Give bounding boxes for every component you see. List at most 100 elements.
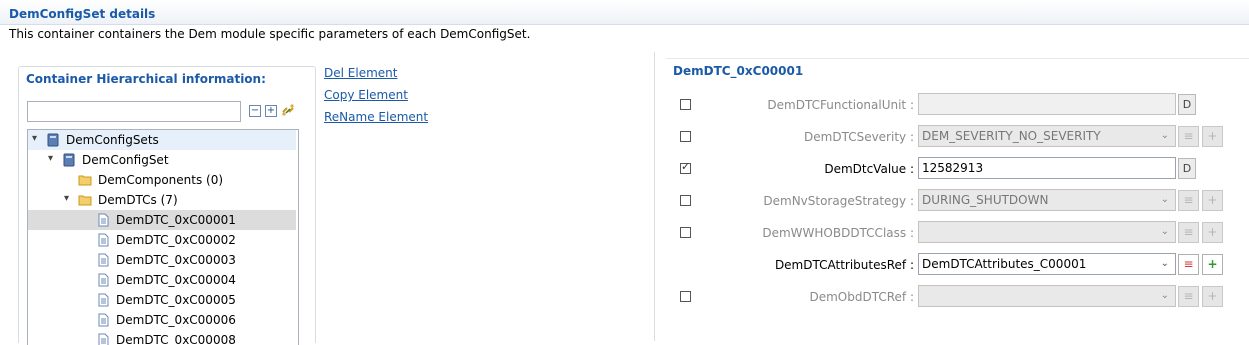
document-icon: [98, 313, 109, 327]
tree-item-demdtcs[interactable]: ▾ DemDTCs (7): [28, 190, 296, 210]
page-title: DemConfigSet details: [9, 7, 156, 21]
del-element-link[interactable]: Del Element: [324, 66, 397, 80]
obd-dtc-ref-select[interactable]: ⌄: [918, 285, 1176, 307]
document-icon: [98, 293, 109, 307]
link-sync-icon[interactable]: [281, 103, 295, 117]
tree-item-label: DemDTC_0xC00004: [116, 273, 236, 287]
tree-item-label: DemDTC_0xC00005: [116, 293, 236, 307]
tree-panel-title: Container Hierarchical information:: [26, 72, 266, 86]
tree-item-label: DemDTCs (7): [98, 193, 178, 207]
add-icon[interactable]: +: [1202, 286, 1223, 307]
enable-checkbox[interactable]: [680, 291, 691, 302]
tree-item-demcomponents[interactable]: DemComponents (0): [28, 170, 296, 190]
tree-item-label: DemComponents (0): [98, 173, 224, 187]
rename-element-link[interactable]: ReName Element: [324, 110, 428, 124]
tree-item-demdtc[interactable]: DemDTC_0xC00008: [28, 330, 296, 345]
select-value: DEM_SEVERITY_NO_SEVERITY: [922, 129, 1101, 143]
document-icon: [98, 273, 109, 287]
container-hierarchy-group: Container Hierarchical information: − + …: [18, 66, 316, 345]
folder-icon: [78, 175, 92, 186]
select-value: DURING_SHUTDOWN: [922, 193, 1049, 207]
tree-item-label: DemDTC_0xC00002: [116, 233, 236, 247]
tree-item-label: DemConfigSet: [82, 153, 169, 167]
param-row-nv-storage-strategy: DemNvStorageStrategy : DURING_SHUTDOWN ⌄…: [666, 189, 1249, 213]
chevron-down-icon: ⌄: [1160, 258, 1169, 269]
chevron-down-icon: ⌄: [1160, 290, 1169, 301]
left-panel: Container Hierarchical information: − + …: [0, 50, 654, 345]
add-icon[interactable]: +: [1202, 190, 1223, 211]
tree-item-demdtc[interactable]: DemDTC_0xC00002: [28, 230, 296, 250]
param-label: DemNvStorageStrategy :: [763, 194, 914, 208]
enable-checkbox[interactable]: [680, 195, 691, 206]
tree-item-demdtc[interactable]: DemDTC_0xC00006: [28, 310, 296, 330]
chevron-down-icon[interactable]: ▾: [48, 153, 58, 165]
default-button[interactable]: D: [1178, 94, 1196, 115]
page-description: This container containers the Dem module…: [9, 27, 531, 41]
list-icon[interactable]: ≡: [1178, 254, 1199, 275]
enable-checkbox[interactable]: [680, 227, 691, 238]
param-row-severity: DemDTCSeverity : DEM_SEVERITY_NO_SEVERIT…: [666, 125, 1249, 149]
tree-item-label: DemDTC_0xC00008: [116, 333, 236, 345]
document-icon: [98, 253, 109, 267]
param-label: DemDTCFunctionalUnit :: [767, 98, 914, 112]
details-title: DemDTC_0xC00001: [673, 64, 804, 78]
param-label: DemDTCAttributesRef :: [774, 258, 914, 272]
chevron-down-icon: ⌄: [1160, 130, 1169, 141]
param-row-obd-dtc-ref: DemObdDTCRef : ⌄ ≡ +: [666, 285, 1249, 309]
container-tree[interactable]: ▾ DemConfigSets ▾ DemConfigSet DemCompon…: [27, 129, 299, 345]
tree-item-demdtc[interactable]: DemDTC_0xC00003: [28, 250, 296, 270]
param-label: DemObdDTCRef :: [809, 290, 914, 304]
select-value: DemDTCAttributes_C00001: [922, 257, 1087, 271]
tree-item-demdtc[interactable]: DemDTC_0xC00005: [28, 290, 296, 310]
dtc-value-field[interactable]: 12582913: [918, 157, 1176, 179]
add-icon[interactable]: +: [1202, 254, 1223, 275]
dtc-attributes-ref-select[interactable]: DemDTCAttributes_C00001 ⌄: [918, 253, 1176, 275]
folder-icon: [78, 195, 92, 206]
list-icon[interactable]: ≡: [1178, 126, 1199, 147]
add-icon[interactable]: +: [1202, 222, 1223, 243]
list-icon[interactable]: ≡: [1178, 190, 1199, 211]
document-icon: [98, 233, 109, 247]
default-button[interactable]: D: [1178, 158, 1196, 179]
list-icon[interactable]: ≡: [1178, 286, 1199, 307]
tree-item-demdtc[interactable]: DemDTC_0xC00004: [28, 270, 296, 290]
enable-checkbox[interactable]: [680, 160, 691, 174]
chevron-down-icon: ⌄: [1160, 226, 1169, 237]
collapse-all-icon[interactable]: −: [249, 105, 261, 117]
details-panel: DemDTC_0xC00001 DemDTCFunctionalUnit : D…: [666, 52, 1249, 341]
param-row-wwhobd-dtc-class: DemWWHOBDDTCClass : ⌄ ≡ +: [666, 221, 1249, 245]
tree-item-label: DemDTC_0xC00003: [116, 253, 236, 267]
enable-checkbox[interactable]: [680, 131, 691, 142]
nv-storage-strategy-select[interactable]: DURING_SHUTDOWN ⌄: [918, 189, 1176, 211]
functional-unit-field[interactable]: [918, 93, 1176, 115]
database-icon: [47, 133, 59, 147]
expand-all-icon[interactable]: +: [265, 105, 277, 117]
tree-item-label: DemDTC_0xC00006: [116, 313, 236, 327]
copy-element-link[interactable]: Copy Element: [324, 88, 408, 102]
param-row-functional-unit: DemDTCFunctionalUnit : D: [666, 93, 1249, 117]
tree-item-label: DemDTC_0xC00001: [116, 213, 236, 227]
param-row-dtc-attributes-ref: DemDTCAttributesRef : DemDTCAttributes_C…: [666, 253, 1249, 277]
chevron-down-icon: ⌄: [1160, 194, 1169, 205]
severity-select[interactable]: DEM_SEVERITY_NO_SEVERITY ⌄: [918, 125, 1176, 147]
document-icon: [98, 333, 109, 345]
divider: [666, 58, 1249, 59]
tree-item-demdtc[interactable]: DemDTC_0xC00001: [28, 210, 296, 230]
param-row-dtc-value: DemDtcValue : 12582913 D: [666, 157, 1249, 181]
param-label: DemDTCSeverity :: [804, 130, 914, 144]
database-icon: [63, 153, 75, 167]
wwhobd-dtc-class-select[interactable]: ⌄: [918, 221, 1176, 243]
tree-item-demconfigset[interactable]: ▾ DemConfigSet: [28, 150, 296, 170]
panel-divider: [654, 52, 655, 341]
chevron-down-icon[interactable]: ▾: [64, 193, 74, 205]
tree-filter-input[interactable]: [27, 101, 241, 122]
details-header: DemConfigSet details: [0, 0, 1249, 25]
add-icon[interactable]: +: [1202, 126, 1223, 147]
list-icon[interactable]: ≡: [1178, 222, 1199, 243]
tree-item-demconfigsets[interactable]: ▾ DemConfigSets: [28, 130, 296, 150]
document-icon: [98, 213, 109, 227]
enable-checkbox[interactable]: [680, 99, 691, 110]
chevron-down-icon[interactable]: ▾: [32, 133, 42, 145]
param-label: DemWWHOBDDTCClass :: [762, 226, 914, 240]
tree-item-label: DemConfigSets: [66, 133, 159, 147]
